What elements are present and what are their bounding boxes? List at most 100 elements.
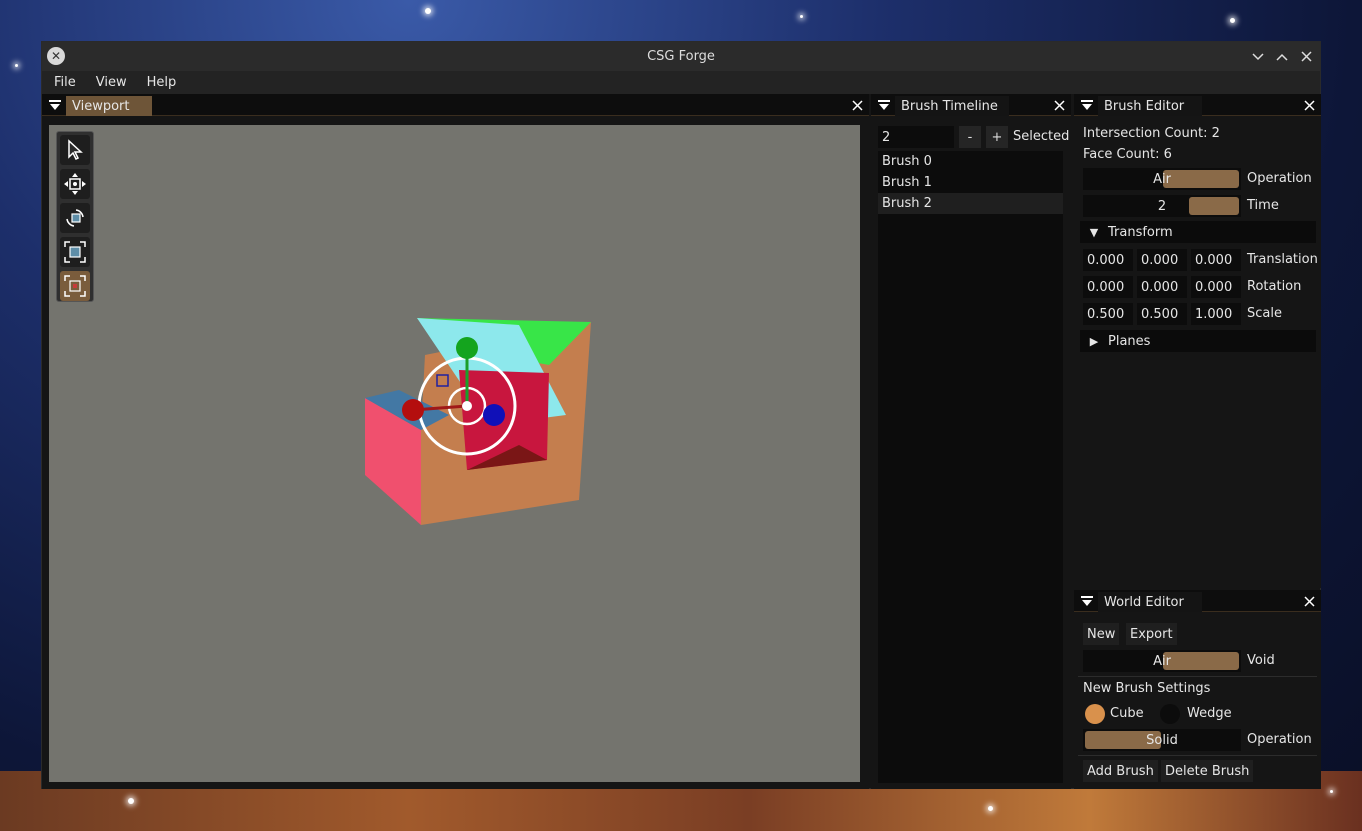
separator [1078,755,1317,756]
tab-world-editor[interactable]: World Editor [1098,592,1202,612]
gizmo-center[interactable] [462,401,472,411]
translation-z-field[interactable]: 0.000 [1191,249,1241,271]
operation-slider[interactable]: Air [1083,168,1241,190]
planes-section-header[interactable]: ▶ Planes [1080,330,1316,352]
title-bar[interactable]: ✕ CSG Forge [42,42,1320,71]
close-icon[interactable] [1051,96,1067,114]
wallpaper-star [15,64,18,67]
expanded-arrow-icon: ▼ [1089,225,1099,239]
app-logo-icon: ✕ [47,47,65,65]
scale-z-field[interactable]: 1.000 [1191,303,1241,325]
collapse-icon[interactable] [48,98,62,112]
viewport-panel: Viewport [42,94,869,789]
gizmo-handle-y[interactable] [456,337,478,359]
tab-brush-timeline[interactable]: Brush Timeline [895,96,1009,116]
menu-view[interactable]: View [96,75,127,90]
cube-label: Cube [1110,706,1144,721]
gizmo-handle-x[interactable] [402,399,424,421]
separator [1078,676,1317,677]
wallpaper-star [425,8,431,14]
viewport-panel-header: Viewport [42,94,869,116]
slider-grab[interactable] [1163,652,1239,670]
minimize-icon[interactable] [1250,49,1266,65]
selected-brush-input[interactable]: 2 [878,126,954,148]
new-brush-operation-label: Operation [1247,732,1312,747]
slider-grab[interactable] [1163,170,1239,188]
new-brush-operation-value: Solid [1146,732,1178,748]
time-label: Time [1247,198,1279,213]
face-count: Face Count: 6 [1083,147,1172,162]
wedge-radio[interactable] [1160,704,1180,724]
operation-label: Operation [1247,171,1312,186]
delete-brush-button[interactable]: Delete Brush [1161,760,1254,782]
tab-brush-timeline-label: Brush Timeline [901,98,998,114]
operation-value: Air [1153,171,1171,187]
close-icon[interactable] [1301,96,1317,114]
tab-viewport[interactable]: Viewport [66,96,152,116]
window-title: CSG Forge [647,49,715,64]
timeline-panel-header: Brush Timeline [871,94,1071,116]
gizmo-handle-z[interactable] [483,404,505,426]
brush-editor-panel: Brush Editor Intersection Count: 2 Face … [1074,94,1321,588]
wallpaper-star [1330,790,1333,793]
transform-section-header[interactable]: ▼ Transform [1080,221,1316,243]
collapse-icon[interactable] [1080,98,1094,112]
brush-timeline-panel: Brush Timeline 2 - + Selected Brush 0 Br… [871,94,1071,789]
wallpaper-star [128,798,134,804]
collapse-icon[interactable] [1080,594,1094,608]
scale-label: Scale [1247,306,1282,321]
rotation-x-field[interactable]: 0.000 [1083,276,1133,298]
time-value: 2 [1157,198,1167,214]
rotation-y-field[interactable]: 0.000 [1137,276,1187,298]
wallpaper-star [800,15,803,18]
app-window: ✕ CSG Forge File View Help Viewport Brus… [41,41,1321,789]
slider-grab[interactable] [1189,197,1239,215]
tab-viewport-label: Viewport [72,98,130,114]
viewport-canvas[interactable] [49,125,860,782]
brush-list-item[interactable]: Brush 2 [878,193,1063,214]
new-brush-operation-slider[interactable]: Solid [1083,729,1241,751]
scene-render [365,318,591,525]
rotation-z-field[interactable]: 0.000 [1191,276,1241,298]
menu-help[interactable]: Help [147,75,177,90]
tab-brush-editor-label: Brush Editor [1104,98,1185,114]
brush-editor-panel-header: Brush Editor [1074,94,1321,116]
scale-y-field[interactable]: 0.500 [1137,303,1187,325]
new-brush-settings-label: New Brush Settings [1083,681,1211,696]
translation-y-field[interactable]: 0.000 [1137,249,1187,271]
maximize-icon[interactable] [1274,49,1290,65]
rotation-label: Rotation [1247,279,1302,294]
cube-radio[interactable] [1085,704,1105,724]
wallpaper-star [1230,18,1235,23]
selected-label: Selected [1013,129,1070,144]
increment-button[interactable]: + [986,126,1008,148]
translation-x-field[interactable]: 0.000 [1083,249,1133,271]
world-editor-panel-header: World Editor [1074,590,1321,612]
void-value: Air [1153,653,1171,669]
tab-brush-editor[interactable]: Brush Editor [1098,96,1202,116]
scale-x-field[interactable]: 0.500 [1083,303,1133,325]
close-icon[interactable] [849,96,865,114]
brush-list: Brush 0 Brush 1 Brush 2 [878,151,1063,783]
void-label: Void [1247,653,1275,668]
brush-list-item[interactable]: Brush 1 [878,172,1063,193]
translation-label: Translation [1247,252,1318,267]
wedge-label: Wedge [1187,706,1232,721]
transform-label: Transform [1108,224,1173,240]
new-world-button[interactable]: New [1083,623,1120,645]
menu-bar: File View Help [42,71,1320,94]
export-button[interactable]: Export [1126,623,1177,645]
close-window-icon[interactable] [1298,49,1314,65]
void-slider[interactable]: Air [1083,650,1241,672]
add-brush-button[interactable]: Add Brush [1083,760,1158,782]
intersection-count: Intersection Count: 2 [1083,126,1220,141]
time-slider[interactable]: 2 [1083,195,1241,217]
close-icon[interactable] [1301,592,1317,610]
collapse-icon[interactable] [877,98,891,112]
planes-label: Planes [1108,333,1151,349]
world-editor-panel: World Editor New Export Air Void New Bru… [1074,590,1321,789]
menu-file[interactable]: File [54,75,76,90]
decrement-button[interactable]: - [959,126,981,148]
brush-list-item[interactable]: Brush 0 [878,151,1063,172]
collapsed-arrow-icon: ▶ [1089,334,1099,348]
